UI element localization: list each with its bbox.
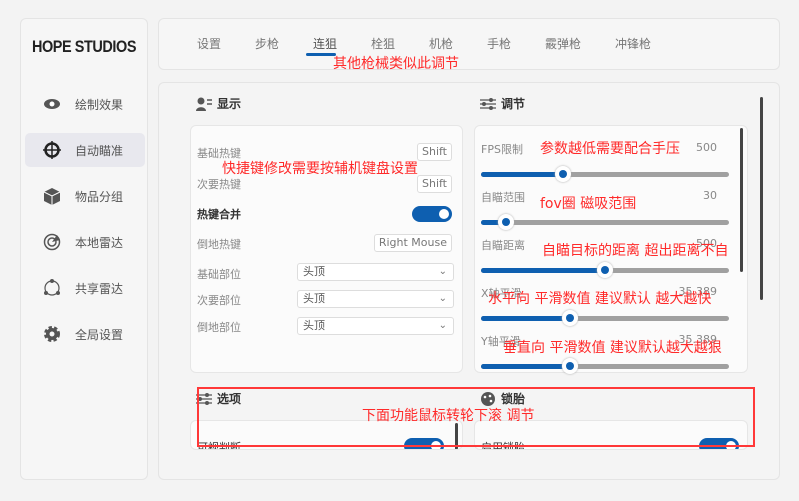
slider-track[interactable] <box>481 214 729 230</box>
select-value: 头顶 <box>303 319 325 332</box>
adjust-scrollbar[interactable] <box>740 128 743 272</box>
slider-value[interactable]: 500 <box>696 141 717 154</box>
base-hotkey-button[interactable]: Shift <box>416 143 452 161</box>
sliders-icon <box>480 97 496 110</box>
sidebar-item-label: 共享雷达 <box>75 281 124 296</box>
down-part-select[interactable]: 头顶 ⌄ <box>297 317 454 335</box>
annotation: 下面功能鼠标转轮下滚 调节 <box>362 408 535 424</box>
label: 次要部位 <box>197 294 241 307</box>
annotation: 其他枪械类似此调节 <box>333 56 459 72</box>
annotation: fov圈 磁吸范围 <box>540 196 637 212</box>
slider-track[interactable] <box>481 310 729 326</box>
crosshair-icon <box>43 141 61 159</box>
slider-fill <box>481 316 571 321</box>
sidebar: HOPE STUDIOS 绘制效果 自动瞄准 物品分组 本地雷达 共享雷达 全局… <box>20 18 148 480</box>
slider-handle[interactable] <box>562 358 579 374</box>
sidebar-item-aim[interactable]: 自动瞄准 <box>25 133 145 167</box>
label: 倒地部位 <box>197 321 241 334</box>
label: 倒地热键 <box>197 238 241 251</box>
eye-icon <box>43 95 61 113</box>
tab-rifle[interactable]: 步枪 <box>255 35 279 52</box>
annotation: 快捷键修改需要按辅机键盘设置 <box>222 161 418 177</box>
share-icon <box>43 279 61 297</box>
weapon-tabs: 设置 步枪 连狙 栓狙 机枪 手枪 霰弹枪 冲锋枪 <box>158 18 780 70</box>
sidebar-item-items[interactable]: 物品分组 <box>25 179 145 213</box>
slider-fill <box>481 172 563 177</box>
slider-track[interactable] <box>481 358 729 374</box>
label: 次要热键 <box>197 178 241 191</box>
logo: HOPE STUDIOS <box>31 37 137 56</box>
display-header: 显示 <box>196 95 241 112</box>
tab-smg[interactable]: 冲锋枪 <box>615 35 651 52</box>
annotation: 水平向 平滑数值 建议默认 越大越快 <box>488 291 712 307</box>
slider-track[interactable] <box>481 166 729 182</box>
tab-lmg[interactable]: 机枪 <box>429 35 453 52</box>
adjust-header: 调节 <box>480 95 525 112</box>
tab-shotgun[interactable]: 霰弹枪 <box>545 35 581 52</box>
radar-icon <box>43 233 61 251</box>
gear-icon <box>43 325 61 343</box>
tab-bolt-sniper[interactable]: 栓狙 <box>371 35 395 52</box>
label: 热键合并 <box>197 208 241 221</box>
slider-value[interactable]: 30 <box>703 189 717 202</box>
sidebar-item-label: 本地雷达 <box>75 235 124 250</box>
sidebar-item-global-settings[interactable]: 全局设置 <box>25 317 145 351</box>
slider-track[interactable] <box>481 262 729 278</box>
annotation: 垂直向 平滑数值 建议默认越大越狠 <box>503 340 722 356</box>
slider-fill <box>481 268 605 273</box>
section-title: 显示 <box>217 97 242 111</box>
slider-label: FPS限制 <box>481 143 523 156</box>
select-value: 头顶 <box>303 265 325 278</box>
tab-pistol[interactable]: 手枪 <box>487 35 511 52</box>
slider-label: 自瞄距离 <box>481 239 525 252</box>
merge-hotkey-toggle[interactable] <box>412 206 452 222</box>
user-list-icon <box>196 97 212 111</box>
sec-part-select[interactable]: 头顶 ⌄ <box>297 290 454 308</box>
slider-handle[interactable] <box>497 214 514 230</box>
slider-fill <box>481 364 571 369</box>
section-title: 调节 <box>501 97 526 111</box>
box-icon <box>43 187 61 205</box>
sidebar-item-label: 物品分组 <box>75 189 124 204</box>
sec-hotkey-button[interactable]: Shift <box>416 175 452 193</box>
main-scrollbar[interactable] <box>760 97 763 300</box>
sidebar-item-local-radar[interactable]: 本地雷达 <box>25 225 145 259</box>
slider-label: 自瞄范围 <box>481 191 525 204</box>
active-tab-indicator <box>306 53 336 56</box>
slider-handle[interactable] <box>562 310 579 326</box>
annotation: 自瞄目标的距离 超出距离不自 <box>542 243 729 259</box>
sidebar-item-label: 全局设置 <box>75 327 124 342</box>
tab-dmr[interactable]: 连狙 <box>313 35 337 52</box>
label: 基础部位 <box>197 268 241 281</box>
sidebar-item-shared-radar[interactable]: 共享雷达 <box>25 271 145 305</box>
tab-settings[interactable]: 设置 <box>197 35 221 52</box>
chevron-down-icon: ⌄ <box>438 293 447 304</box>
select-value: 头顶 <box>303 292 325 305</box>
slider-handle[interactable] <box>554 166 571 182</box>
annotation: 参数越低需要配合手压 <box>540 141 680 157</box>
chevron-down-icon: ⌄ <box>438 320 447 331</box>
sidebar-item-label: 绘制效果 <box>75 97 124 112</box>
base-part-select[interactable]: 头顶 ⌄ <box>297 263 454 281</box>
sidebar-item-draw[interactable]: 绘制效果 <box>25 87 145 121</box>
slider-handle[interactable] <box>597 262 613 278</box>
down-hotkey-button[interactable]: Right Mouse <box>373 234 452 252</box>
chevron-down-icon: ⌄ <box>438 266 447 277</box>
sidebar-item-label: 自动瞄准 <box>75 143 124 158</box>
